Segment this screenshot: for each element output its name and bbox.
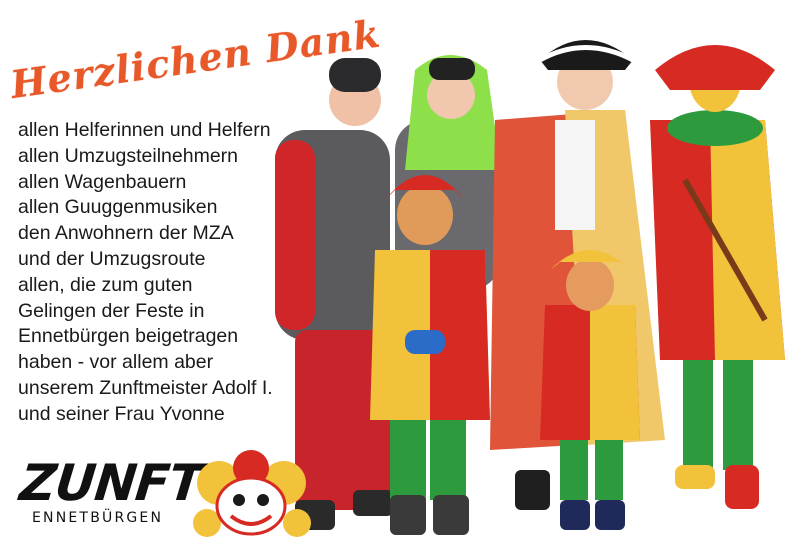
logo-subtitle: ENNETBÜRGEN <box>32 510 164 526</box>
person-jester-large <box>650 45 785 509</box>
logo-wordmark: ZUNFT <box>16 454 206 512</box>
group-photo <box>275 40 785 535</box>
jester-face-icon <box>193 450 311 537</box>
zunft-logo: ZUNFT ENNETBÜRGEN <box>14 448 314 548</box>
